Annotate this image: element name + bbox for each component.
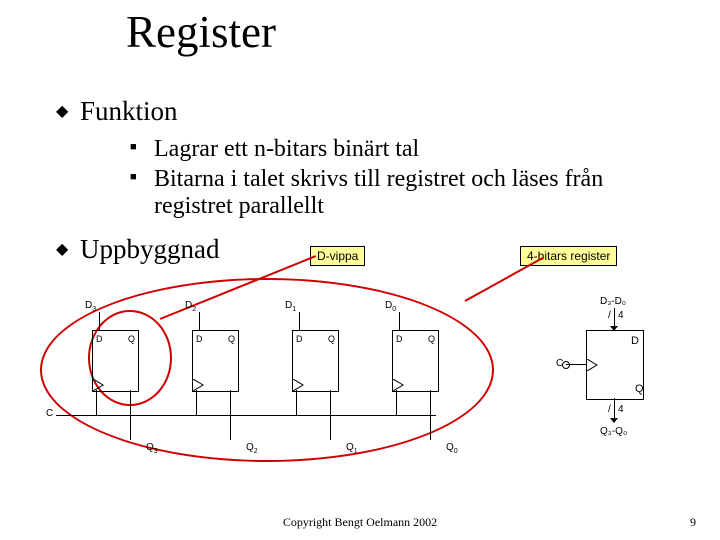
clock-label: C [46,408,53,419]
d3-wire-in [99,312,100,330]
d1-label: D1 [285,300,296,313]
bus-bot-label: Q₃-Q₀ [600,426,627,437]
bus-top-width: 4 [618,310,624,321]
q0-label: Q0 [446,442,458,455]
clock-triangle-icon [393,379,405,391]
ff3-d: D [96,334,103,344]
d0-wire-in [399,312,400,330]
q1-label: Q1 [346,442,358,455]
copyright-footer: Copyright Bengt Oelmann 2002 [0,515,720,530]
bus-bot-wire [614,398,615,420]
q3-label: Q3 [146,442,158,455]
slide-title: Register [126,6,276,58]
bullet-funktion: Funktion [80,96,178,127]
page-number: 9 [690,515,696,530]
clk-stub-3 [96,390,97,415]
reg-pin-d: D [631,335,639,347]
label-d-vippa: D-vippa [310,246,365,266]
q2-label: Q2 [246,442,258,455]
bus-bot-width: 4 [618,404,624,415]
flipflop-2: D Q [192,330,239,392]
slide: Register Funktion Lagrar ett n-bitars bi… [0,0,720,540]
reg-pin-q: Q [635,383,644,395]
clock-bubble-icon [562,361,570,369]
ff0-d: D [396,334,403,344]
clk-stub-2 [196,390,197,415]
clock-triangle-icon [587,359,599,371]
annot-line-register [465,256,545,301]
ff1-d: D [296,334,303,344]
bus-top-label: D₃-D₀ [600,296,626,307]
ff1-q: Q [328,334,335,344]
flipflop-0: D Q [392,330,439,392]
ff3-q: Q [128,334,135,344]
d1-wire-in [299,312,300,330]
bullet-uppbyggnad: Uppbyggnad [80,234,219,265]
arrow-down-icon [610,418,618,423]
flipflop-3: D Q [92,330,139,392]
ff0-q: Q [428,334,435,344]
clock-triangle-icon [293,379,305,391]
clk-stub-1 [296,390,297,415]
bus-bot-slash: / [608,404,611,415]
register-block: D Q [586,330,644,400]
clock-triangle-icon [93,379,105,391]
clock-wire-h [56,415,436,416]
d2-wire-in [199,312,200,330]
bullet-sub2: Bitarna i talet skrivs till registret oc… [154,166,660,220]
ff2-q: Q [228,334,235,344]
d3-label: D3 [85,300,96,313]
bus-top-slash: / [608,310,611,321]
clock-triangle-icon [193,379,205,391]
bullet-sub1: Lagrar ett n-bitars binärt tal [154,136,660,163]
d0-label: D0 [385,300,396,313]
ff2-d: D [196,334,203,344]
flipflop-1: D Q [292,330,339,392]
clk-stub-0 [396,390,397,415]
d2-label: D2 [185,300,196,313]
